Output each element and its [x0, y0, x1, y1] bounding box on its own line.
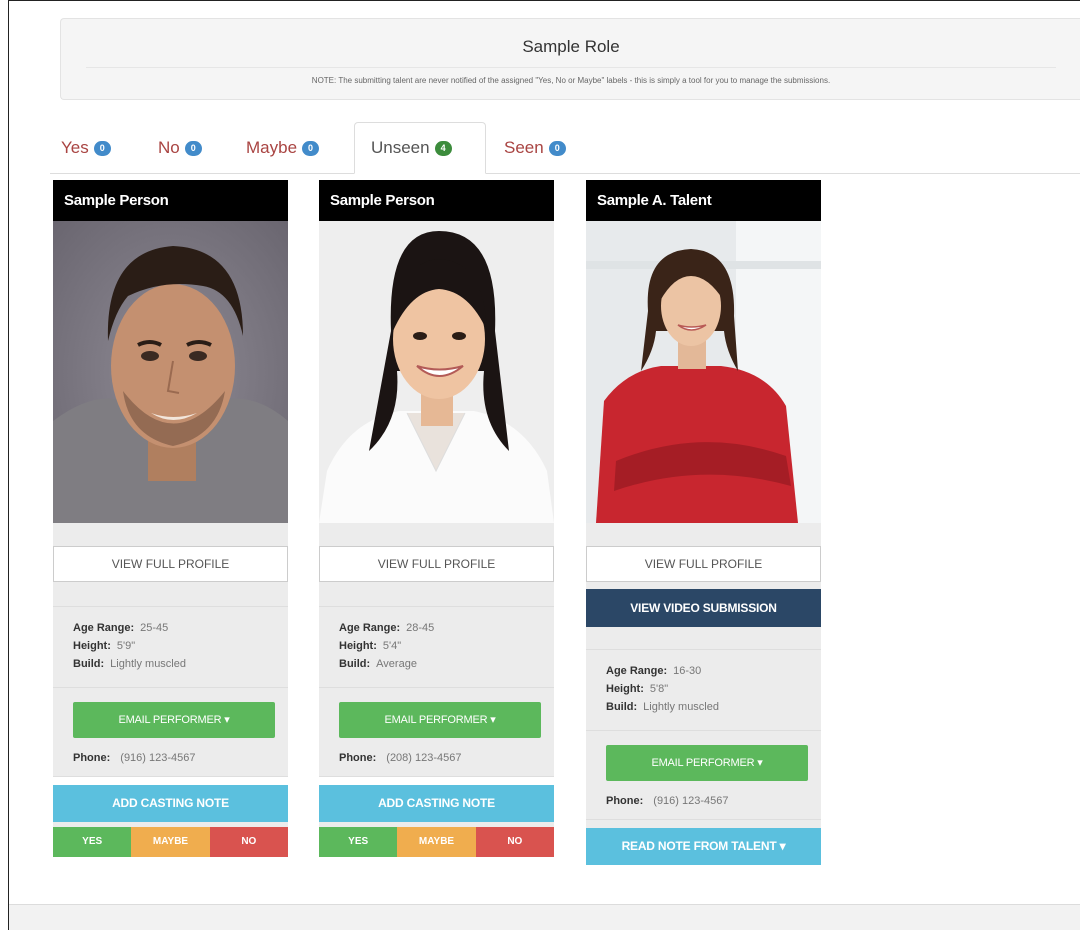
build-value: Average [376, 658, 417, 670]
vote-no-button[interactable]: NO [209, 827, 288, 857]
age-range-value: 28-45 [406, 622, 435, 634]
vote-maybe-button[interactable]: MAYBE [131, 827, 210, 857]
view-full-profile-button[interactable]: VIEW FULL PROFILE [319, 546, 554, 582]
email-performer-button[interactable]: EMAIL PERFORMER ▾ [73, 702, 275, 738]
tab-label: Seen [504, 138, 544, 157]
tab-label: Unseen [371, 138, 430, 157]
age-range-label: Age Range: [606, 665, 668, 677]
add-casting-note-button[interactable]: ADD CASTING NOTE [53, 785, 288, 822]
build-label: Build: [339, 658, 371, 670]
headshot-photo[interactable] [319, 221, 554, 523]
build-row: Build: Lightly muscled [73, 655, 268, 673]
tab-yes[interactable]: Yes 0 [61, 122, 111, 174]
headshot-photo[interactable] [53, 221, 288, 523]
age-range-value: 16-30 [673, 665, 702, 677]
role-panel: Sample Role NOTE: The submitting talent … [60, 18, 1080, 100]
phone-label: Phone: [339, 752, 377, 764]
email-performer-button[interactable]: EMAIL PERFORMER ▾ [606, 745, 808, 781]
height-value: 5'9" [116, 640, 136, 652]
phone-label: Phone: [73, 752, 111, 764]
add-casting-note-button[interactable]: ADD CASTING NOTE [319, 785, 554, 822]
height-row: Height: 5'4" [339, 637, 534, 655]
count-badge: 0 [302, 140, 320, 156]
divider [586, 730, 821, 731]
height-value: 5'8" [649, 683, 669, 695]
role-divider [86, 67, 1056, 68]
divider [319, 687, 554, 688]
age-range-value: 25-45 [140, 622, 169, 634]
talent-card: Sample A. Talent VIEW FULL PROFILE VIEW … [586, 180, 821, 865]
height-row: Height: 5'8" [606, 680, 801, 698]
talent-details: Age Range: 25-45 Height: 5'9" Build: Lightl… [53, 606, 288, 673]
talent-details: Age Range: 16-30 Height: 5'8" Build: Lightl… [586, 649, 821, 716]
talent-card: Sample Person VIEW FULL PROFILE Age Rang… [319, 180, 554, 857]
vote-maybe-button[interactable]: MAYBE [397, 827, 476, 857]
phone-label: Phone: [606, 795, 644, 807]
tab-label: Yes [61, 138, 89, 157]
divider [53, 687, 288, 688]
tab-label: No [158, 138, 180, 157]
build-row: Build: Average [339, 655, 534, 673]
role-title: Sample Role [522, 37, 620, 56]
headshot-photo[interactable] [586, 221, 821, 523]
count-badge: 0 [184, 140, 202, 156]
tab-label: Maybe [246, 138, 298, 157]
height-label: Height: [73, 640, 111, 652]
build-row: Build: Lightly muscled [606, 698, 801, 716]
height-label: Height: [606, 683, 644, 695]
phone-value: (208) 123-4567 [386, 752, 462, 764]
tab-no[interactable]: No 0 [158, 122, 202, 174]
talent-name: Sample Person [53, 180, 288, 221]
view-full-profile-button[interactable]: VIEW FULL PROFILE [586, 546, 821, 582]
status-tabs: Yes 0 No 0 Maybe 0 Unseen 4 Seen 0 [50, 122, 1080, 174]
phone-value: (916) 123-4567 [653, 795, 729, 807]
age-range-label: Age Range: [73, 622, 135, 634]
tab-seen[interactable]: Seen 0 [504, 122, 566, 174]
bottom-bar [9, 904, 1080, 930]
height-label: Height: [339, 640, 377, 652]
build-value: Lightly muscled [110, 658, 186, 670]
phone-row: Phone: (916) 123-4567 [586, 781, 821, 809]
build-label: Build: [606, 701, 638, 713]
vote-yes-button[interactable]: YES [53, 827, 132, 857]
vote-yes-button[interactable]: YES [319, 827, 398, 857]
age-range-row: Age Range: 28-45 [339, 619, 534, 637]
talent-card: Sample Person VIEW FULL PROFILE Age Rang… [53, 180, 288, 857]
view-video-submission-button[interactable]: VIEW VIDEO SUBMISSION [586, 589, 821, 627]
build-value: Lightly muscled [643, 701, 719, 713]
view-full-profile-button[interactable]: VIEW FULL PROFILE [53, 546, 288, 582]
email-performer-button[interactable]: EMAIL PERFORMER ▾ [339, 702, 541, 738]
talent-name: Sample Person [319, 180, 554, 221]
phone-row: Phone: (916) 123-4567 [53, 738, 288, 766]
height-row: Height: 5'9" [73, 637, 268, 655]
talent-details: Age Range: 28-45 Height: 5'4" Build: Averag… [319, 606, 554, 673]
build-label: Build: [73, 658, 105, 670]
vote-no-button[interactable]: NO [475, 827, 554, 857]
age-range-row: Age Range: 16-30 [606, 662, 801, 680]
vote-buttons: YES MAYBE NO [319, 827, 554, 857]
read-note-from-talent-button[interactable]: READ NOTE FROM TALENT ▾ [586, 828, 821, 865]
height-value: 5'4" [382, 640, 402, 652]
phone-row: Phone: (208) 123-4567 [319, 738, 554, 766]
role-note: NOTE: The submitting talent are never no… [311, 76, 831, 85]
count-badge: 0 [548, 140, 566, 156]
age-range-row: Age Range: 25-45 [73, 619, 268, 637]
count-badge: 0 [93, 140, 111, 156]
tab-unseen[interactable]: Unseen 4 [354, 122, 486, 174]
phone-value: (916) 123-4567 [120, 752, 196, 764]
vote-buttons: YES MAYBE NO [53, 827, 288, 857]
count-badge: 4 [434, 140, 452, 156]
age-range-label: Age Range: [339, 622, 401, 634]
tab-maybe[interactable]: Maybe 0 [246, 122, 320, 174]
talent-name: Sample A. Talent [586, 180, 821, 221]
